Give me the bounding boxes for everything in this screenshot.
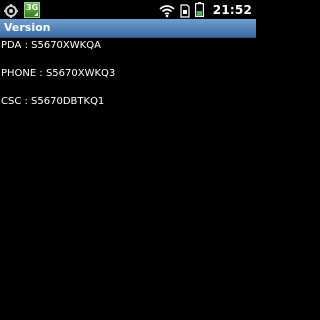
status-bar: 3G 21:52 xyxy=(0,0,256,19)
status-bar-left-icons: 3G xyxy=(4,1,40,18)
network-badge-label: 3G xyxy=(26,2,39,12)
status-bar-right-icons: 21:52 xyxy=(159,0,252,19)
3g-data-icon: 3G xyxy=(24,1,40,18)
data-arrow-icon xyxy=(34,11,38,16)
page-title: Version xyxy=(4,21,51,34)
battery-icon xyxy=(194,2,204,18)
title-bar: Version xyxy=(0,19,256,38)
csc-version-text: CSC : S5670DBTKQ1 xyxy=(1,96,105,107)
sim-card-icon xyxy=(180,3,190,18)
pda-version-text: PDA : S5670XWKQA xyxy=(1,40,101,51)
phone-version-text: PHONE : S5670XWKQ3 xyxy=(1,68,116,79)
settings-gear-icon xyxy=(4,3,18,18)
wifi-icon xyxy=(159,3,175,17)
status-bar-clock: 21:52 xyxy=(212,2,252,17)
